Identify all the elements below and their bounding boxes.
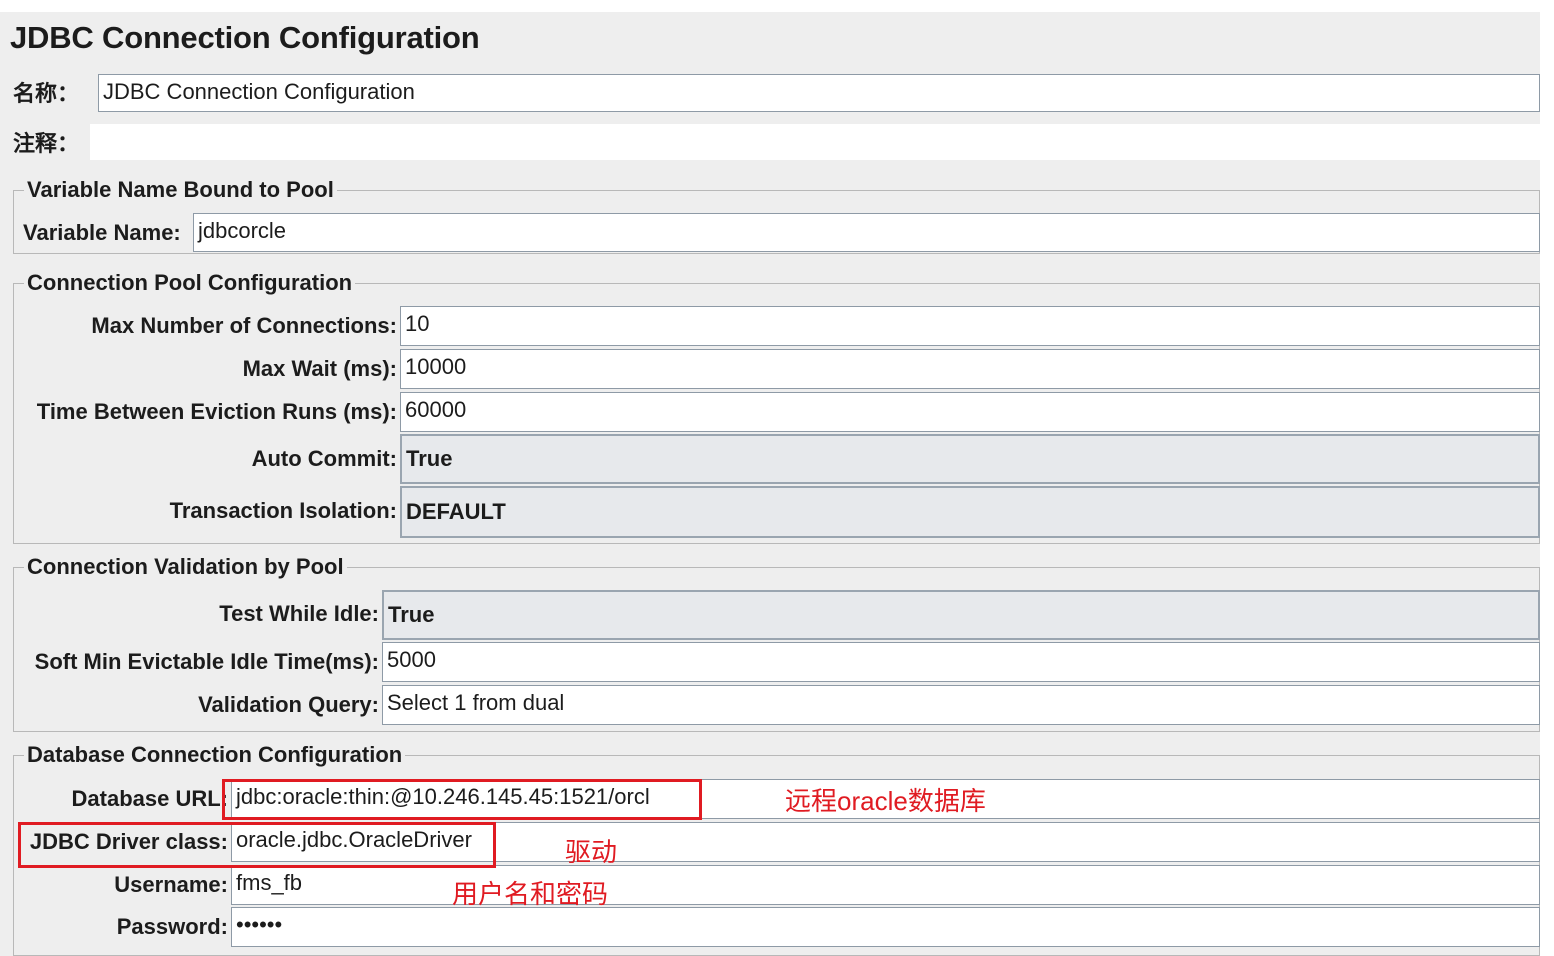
eviction-runs-label: Time Between Eviction Runs (ms): [36,399,397,424]
transaction-isolation-select[interactable]: DEFAULT [400,486,1540,538]
password-label: Password: [116,914,228,939]
url-highlight-box [222,779,702,820]
driver-highlight-box [18,822,496,868]
soft-min-idle-label: Soft Min Evictable Idle Time(ms): [34,649,379,674]
max-wait-label: Max Wait (ms): [242,356,397,381]
page-title: JDBC Connection Configuration [10,20,480,55]
validation-query-input[interactable]: Select 1 from dual [382,685,1540,725]
password-input[interactable]: •••••• [231,907,1540,947]
database-url-label: Database URL: [71,786,228,811]
database-section-legend: Database Connection Configuration [24,742,406,768]
transaction-isolation-value: DEFAULT [406,499,506,524]
transaction-isolation-label: Transaction Isolation: [169,498,397,523]
username-input[interactable]: fms_fb [231,865,1540,905]
variable-name-label: Variable Name: [23,220,181,245]
test-while-idle-label: Test While Idle: [219,601,379,626]
variable-section-legend: Variable Name Bound to Pool [24,177,337,203]
eviction-runs-input[interactable]: 60000 [400,392,1540,432]
comment-label: 注释： [13,131,80,156]
driver-annotation: 驱动 [565,837,618,867]
max-connections-input[interactable]: 10 [400,306,1540,346]
validation-query-label: Validation Query: [198,692,379,717]
max-connections-label: Max Number of Connections: [91,313,397,338]
test-while-idle-select[interactable]: True [382,590,1540,640]
auto-commit-select[interactable]: True [400,434,1540,484]
pool-section-legend: Connection Pool Configuration [24,270,356,296]
url-annotation: 远程oracle数据库 [785,786,986,816]
name-input[interactable]: JDBC Connection Configuration [98,74,1540,112]
credentials-annotation: 用户名和密码 [452,879,609,909]
auto-commit-value: True [406,446,453,471]
comment-input[interactable] [90,124,1540,160]
name-label: 名称： [13,81,80,106]
soft-min-idle-input[interactable]: 5000 [382,642,1540,682]
validation-section-legend: Connection Validation by Pool [24,554,347,580]
test-while-idle-value: True [388,602,435,627]
auto-commit-label: Auto Commit: [251,446,397,471]
username-label: Username: [114,872,228,897]
variable-name-input[interactable]: jdbcorcle [193,213,1540,252]
max-wait-input[interactable]: 10000 [400,349,1540,389]
